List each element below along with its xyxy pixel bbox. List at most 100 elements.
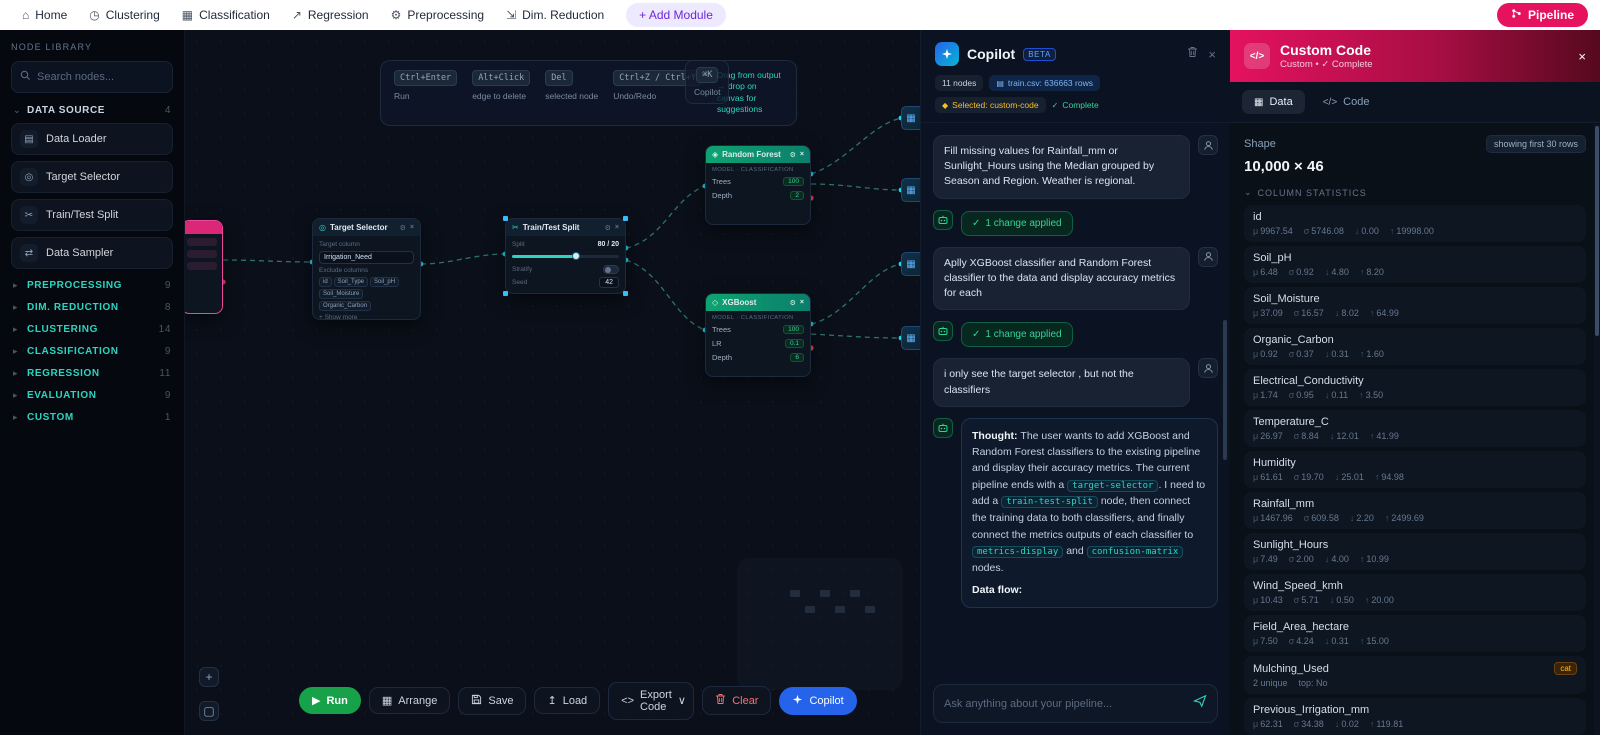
section-classification[interactable]: ▸ CLASSIFICATION 9	[13, 346, 171, 357]
seed-input[interactable]: 42	[599, 277, 619, 288]
search-input[interactable]	[37, 71, 164, 83]
metrics-node[interactable]: ▦	[901, 178, 920, 202]
node-item-data-sampler[interactable]: ⇄ Data Sampler	[11, 237, 173, 269]
column-stat-field-area-hectare[interactable]: Field_Area_hectare μ 7.50 σ 4.24 ↓ 0.31 ↑ 15.00	[1244, 615, 1586, 652]
run-button[interactable]: ▶ Run	[299, 687, 361, 715]
exclude-chip[interactable]: Organic_Carbon	[319, 301, 372, 311]
nav-item-regression[interactable]: ↗ Regression	[282, 4, 379, 26]
column-stat-sunlight-hours[interactable]: Sunlight_Hours μ 7.49 σ 2.00 ↓ 4.00 ↑ 10.99	[1244, 533, 1586, 570]
exclude-chip[interactable]: Soil_Type	[333, 277, 369, 287]
tab-code[interactable]: </> Code	[1311, 90, 1382, 114]
exclude-chip[interactable]: Soil_pH	[370, 277, 400, 287]
node-search[interactable]	[11, 61, 173, 93]
node-item-target-selector[interactable]: ◎ Target Selector	[11, 161, 173, 193]
node-close-icon[interactable]: ×	[800, 151, 804, 159]
target-column-select[interactable]: Irrigation_Need	[319, 251, 414, 264]
node-settings-icon[interactable]: ⚙	[790, 151, 796, 159]
pipeline-button[interactable]: Pipeline	[1496, 3, 1588, 27]
column-statistics-header[interactable]: ⌄ COLUMN STATISTICS	[1244, 187, 1586, 198]
nav-item-clustering[interactable]: ◷ Clustering	[79, 4, 170, 26]
nav-item-classification[interactable]: ▦ Classification	[172, 4, 280, 26]
load-button[interactable]: ↥ Load	[534, 687, 601, 715]
nav-item-preprocessing[interactable]: ⚙ Preprocessing	[381, 4, 494, 26]
copilot-title: Copilot	[967, 46, 1016, 62]
nav-item-home[interactable]: ⌂ Home	[12, 4, 77, 26]
param-value[interactable]: 6	[790, 352, 804, 362]
column-stat-previous-irrigation-mm[interactable]: Previous_Irrigation_mm μ 62.31 σ 34.38 ↓ 0.02 ↑…	[1244, 698, 1586, 735]
column-stat-id[interactable]: id μ 9967.54 σ 5746.08 ↓ 0.00 ↑ 19998.00	[1244, 205, 1586, 242]
selection-handle[interactable]	[503, 216, 508, 221]
node-item-data-loader[interactable]: ▤ Data Loader	[11, 123, 173, 155]
node-settings-icon[interactable]: ⚙	[400, 224, 406, 232]
metrics-node[interactable]: ▦	[901, 326, 920, 350]
train-test-split-node[interactable]: ✂ Train/Test Split ⚙ × Split 80 / 20 Stra…	[503, 216, 628, 296]
metrics-node[interactable]: ▦	[901, 252, 920, 276]
section-preprocessing[interactable]: ▸ PREPROCESSING 9	[13, 280, 171, 291]
node-item-train-test-split[interactable]: ✂ Train/Test Split	[11, 199, 173, 231]
copilot-input-bar[interactable]	[933, 684, 1218, 723]
random-forest-node-title: Random Forest	[722, 150, 781, 159]
param-value[interactable]: 0.1	[784, 338, 804, 348]
column-name: Sunlight_Hours	[1253, 539, 1329, 551]
pipeline-canvas[interactable]: Ctrl+Enter Run Alt+Click edge to delete Del s…	[185, 30, 920, 735]
send-icon[interactable]	[1192, 694, 1207, 713]
section-regression[interactable]: ▸ REGRESSION 11	[13, 368, 171, 379]
save-button[interactable]: Save	[458, 686, 527, 715]
selection-handle[interactable]	[623, 216, 628, 221]
copilot-input[interactable]	[944, 697, 1185, 710]
slider-knob[interactable]	[571, 252, 580, 260]
selection-handle[interactable]	[623, 291, 628, 296]
section-dim-reduction[interactable]: ▸ DIM. REDUCTION 8	[13, 302, 171, 313]
xgboost-node[interactable]: ◇ XGBoost ⚙ × MODEL · CLASSIFICATION Tree…	[705, 293, 811, 377]
custom-code-node[interactable]	[185, 220, 223, 314]
close-icon[interactable]: ×	[1208, 47, 1216, 62]
column-stat-rainfall-mm[interactable]: Rainfall_mm μ 1467.96 σ 609.58 ↓ 2.20 ↑ 2499.69	[1244, 492, 1586, 529]
column-stat-soil-ph[interactable]: Soil_pH μ 6.48 σ 0.92 ↓ 4.80 ↑ 8.20	[1244, 246, 1586, 283]
node-close-icon[interactable]: ×	[410, 224, 414, 232]
param-value[interactable]: 100	[783, 176, 804, 186]
column-stat-soil-moisture[interactable]: Soil_Moisture μ 37.09 σ 16.57 ↓ 8.02 ↑ 64.99	[1244, 287, 1586, 324]
selection-handle[interactable]	[503, 291, 508, 296]
column-stat-temperature-c[interactable]: Temperature_C μ 26.97 σ 8.84 ↓ 12.01 ↑ 41.99	[1244, 410, 1586, 447]
target-selector-node[interactable]: ◎ Target Selector ⚙ × Target column Irrig…	[312, 218, 421, 321]
zoom-in-button[interactable]: +	[199, 667, 219, 687]
random-forest-node[interactable]: ◈ Random Forest ⚙ × MODEL · CLASSIFICATIO…	[705, 145, 811, 225]
shortcut-hints: Ctrl+Enter Run Alt+Click edge to delete Del s…	[380, 60, 797, 126]
column-stat-wind-speed-kmh[interactable]: Wind_Speed_kmh μ 10.43 σ 5.71 ↓ 0.50 ↑ 20.00	[1244, 574, 1586, 611]
add-module-button[interactable]: + Add Module	[626, 3, 726, 27]
copilot-button[interactable]: Copilot	[779, 686, 857, 715]
column-stat-humidity[interactable]: Humidity μ 61.61 σ 19.70 ↓ 25.01 ↑ 94.98	[1244, 451, 1586, 488]
close-icon[interactable]: ×	[1578, 49, 1586, 64]
exclude-chip[interactable]: id	[319, 277, 332, 287]
section-custom[interactable]: ▸ CUSTOM 1	[13, 412, 171, 423]
param-value[interactable]: 100	[783, 324, 804, 334]
param-value[interactable]: 2	[790, 190, 804, 200]
copilot-chat[interactable]: Fill missing values for Rainfall_mm or S…	[921, 123, 1230, 674]
nav-item-dim-reduction[interactable]: ⇲ Dim. Reduction	[496, 4, 614, 26]
section-evaluation[interactable]: ▸ EVALUATION 9	[13, 390, 171, 401]
column-stat-electrical-conductivity[interactable]: Electrical_Conductivity μ 1.74 σ 0.95 ↓ 0.11 ↑ 3…	[1244, 369, 1586, 406]
stratify-toggle[interactable]	[603, 265, 619, 274]
node-settings-icon[interactable]: ⚙	[790, 299, 796, 307]
chat-scrollbar[interactable]	[1223, 320, 1227, 460]
arrange-button[interactable]: ▦ Arrange	[368, 687, 451, 715]
inspector-scrollbar[interactable]	[1594, 124, 1600, 735]
node-close-icon[interactable]: ×	[800, 299, 804, 307]
export-code-button[interactable]: <> Export Code ∨	[608, 681, 695, 720]
show-more-link[interactable]: + Show more	[319, 314, 414, 321]
trash-icon[interactable]	[1187, 45, 1198, 63]
metrics-node[interactable]: ▦	[901, 106, 920, 130]
split-slider[interactable]	[512, 252, 619, 260]
node-settings-icon[interactable]: ⚙	[605, 224, 611, 232]
column-stat-organic-carbon[interactable]: Organic_Carbon μ 0.92 σ 0.37 ↓ 0.31 ↑ 1.60	[1244, 328, 1586, 365]
node-close-icon[interactable]: ×	[615, 224, 619, 232]
section-data-source[interactable]: ⌄ DATA SOURCE 4	[13, 105, 171, 116]
scrollbar-thumb[interactable]	[1595, 126, 1599, 336]
column-stat-mulching-used[interactable]: Mulching_Used cat 2 unique top: No	[1244, 656, 1586, 694]
tab-data[interactable]: ▦ Data	[1242, 90, 1305, 114]
exclude-chip[interactable]: Soil_Moisture	[319, 289, 364, 299]
fit-view-button[interactable]: ▢	[199, 701, 219, 721]
clear-button[interactable]: Clear	[702, 686, 772, 716]
section-clustering[interactable]: ▸ CLUSTERING 14	[13, 324, 171, 335]
user-message-text: Fill missing values for Rainfall_mm or S…	[933, 135, 1190, 199]
